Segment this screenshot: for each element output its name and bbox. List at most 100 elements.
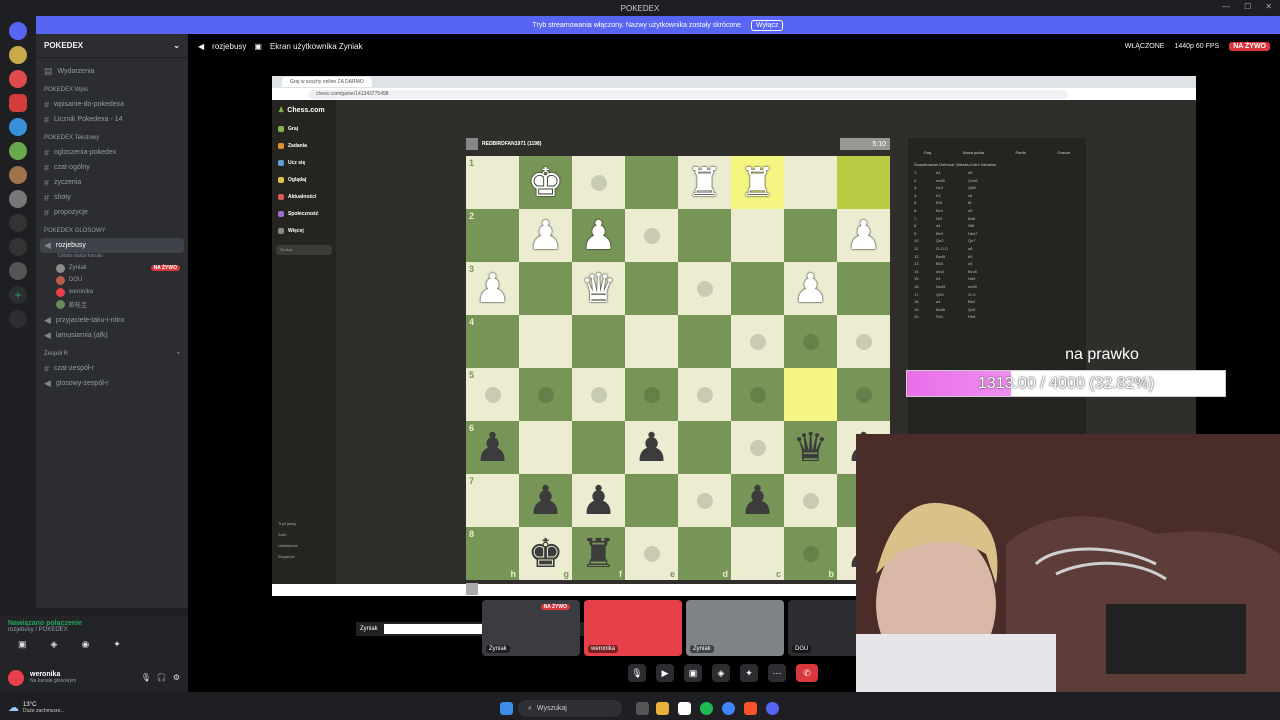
white-pawn-icon[interactable]: ♟ xyxy=(846,216,882,256)
board-square[interactable] xyxy=(731,262,784,315)
board-square[interactable] xyxy=(625,315,678,368)
move-text[interactable]: Nd5 xyxy=(968,276,975,284)
store-icon[interactable] xyxy=(678,702,691,715)
black-pawn-icon[interactable]: ♟ xyxy=(634,428,670,468)
events-item[interactable]: ▤ Wydarzenia xyxy=(36,64,188,79)
board-square[interactable] xyxy=(678,262,731,315)
camera-icon[interactable]: ▶ xyxy=(656,664,674,682)
plus-icon[interactable]: + xyxy=(176,351,180,357)
move-text[interactable]: Bd6 xyxy=(968,216,975,224)
board-square[interactable] xyxy=(837,368,890,421)
server-icon[interactable] xyxy=(9,190,27,208)
move-text[interactable]: Nc3 xyxy=(936,185,968,193)
board-square[interactable]: 1 xyxy=(466,156,519,209)
board-square[interactable]: d xyxy=(678,527,731,580)
move-row[interactable]: 17. Qh5 O-O xyxy=(908,292,1086,300)
voice-user[interactable]: weronika xyxy=(36,286,188,298)
board-square[interactable]: ♟ xyxy=(572,209,625,262)
move-text[interactable]: Qh5 xyxy=(936,292,968,300)
chess-menu-item[interactable]: Graj xyxy=(272,120,336,137)
chess-menu-item[interactable]: Ucz się xyxy=(272,154,336,171)
voice-user[interactable]: Zyniak NA ŻYWO xyxy=(36,262,188,274)
board-square[interactable]: ♟ xyxy=(837,209,890,262)
move-row[interactable]: 16. Nxd5 exd5 xyxy=(908,284,1086,292)
board-square[interactable] xyxy=(572,421,625,474)
board-square[interactable] xyxy=(625,156,678,209)
board-square[interactable] xyxy=(678,368,731,421)
board-square[interactable]: ♜ xyxy=(678,156,731,209)
move-hint[interactable] xyxy=(749,333,766,350)
board-square[interactable]: g ♚ xyxy=(519,527,572,580)
move-text[interactable]: O-O xyxy=(968,292,976,300)
move-text[interactable]: Bb4 xyxy=(968,299,975,307)
connection-location[interactable]: rozjebusy / POKEDEX xyxy=(8,627,180,633)
board-square[interactable]: ♟ xyxy=(572,474,625,527)
move-hint[interactable] xyxy=(749,439,766,456)
participant-tile[interactable]: NA ŻYWO Zyniak xyxy=(482,600,580,656)
channel-item[interactable]: # ogloszenia-pokedex xyxy=(36,145,188,160)
chess-search-input[interactable]: Szukaj xyxy=(276,245,332,255)
move-text[interactable]: Nf3 xyxy=(936,216,968,224)
voice-channel[interactable]: ◀ przyjaciele-taku-i-nitro xyxy=(36,313,188,328)
top-player[interactable]: REDBIRDFAN1971 (1198) xyxy=(466,137,666,151)
chess-logo[interactable]: ♟ Chess.com xyxy=(272,100,336,120)
white-pawn-icon[interactable]: ♟ xyxy=(475,269,511,309)
move-text[interactable]: h3 xyxy=(936,193,968,201)
minimize-icon[interactable]: — xyxy=(1222,2,1230,11)
white-pawn-icon[interactable]: ♟ xyxy=(581,216,617,256)
start-icon[interactable] xyxy=(500,702,513,715)
spotify-icon[interactable] xyxy=(700,702,713,715)
move-text[interactable]: Bb3 xyxy=(936,261,968,269)
home-icon[interactable] xyxy=(9,22,27,40)
board-square[interactable] xyxy=(731,315,784,368)
board-square[interactable] xyxy=(784,156,837,209)
move-hint[interactable] xyxy=(537,386,554,403)
server-header[interactable]: POKEDEX ⌄ xyxy=(36,34,188,58)
headphones-icon[interactable]: 🎧 xyxy=(157,673,167,682)
add-server-icon[interactable]: + xyxy=(9,286,27,304)
black-king-icon[interactable]: ♚ xyxy=(528,534,564,574)
voice-user[interactable]: 飲桂圭 xyxy=(36,298,188,310)
close-icon[interactable]: ✕ xyxy=(1265,2,1272,11)
taskbar-search-input[interactable]: ⌕ Wyszukaj xyxy=(518,700,622,717)
move-hint[interactable] xyxy=(749,386,766,403)
move-row[interactable]: 6. Bc4 e6 xyxy=(908,208,1086,216)
move-text[interactable]: Rd1 xyxy=(936,314,968,322)
move-text[interactable]: Nxd5 xyxy=(936,284,968,292)
move-text[interactable]: a4 xyxy=(936,299,968,307)
move-row[interactable]: 5. Bf3 f6 xyxy=(908,200,1086,208)
channel-item[interactable]: # propozycje xyxy=(36,205,188,220)
board-square[interactable] xyxy=(837,156,890,209)
move-text[interactable]: f6 xyxy=(968,200,971,208)
move-text[interactable]: Bxd5 xyxy=(936,307,968,315)
move-hint[interactable] xyxy=(855,333,872,350)
server-icon[interactable] xyxy=(9,46,27,64)
board-square[interactable]: ♟ xyxy=(731,474,784,527)
black-queen-icon[interactable]: ♛ xyxy=(793,428,829,468)
move-text[interactable]: Bxc5 xyxy=(968,269,977,277)
board-square[interactable]: ♜ xyxy=(731,156,784,209)
gear-icon[interactable]: ⚙ xyxy=(173,673,180,682)
avatar[interactable] xyxy=(8,669,24,686)
move-text[interactable]: Qxd5 xyxy=(968,178,978,186)
board-square[interactable] xyxy=(784,368,837,421)
board-square[interactable]: ♟ xyxy=(519,209,572,262)
move-text[interactable]: Bxd5 xyxy=(936,254,968,262)
chess-menu-item[interactable]: Społeczność xyxy=(272,205,336,222)
category-header[interactable]: POKEDEX Tekstowy xyxy=(36,131,188,145)
voice-channel[interactable]: ◀ lamusiarnia (afk) xyxy=(36,328,188,343)
board-square[interactable]: ♟ xyxy=(519,474,572,527)
channel-item[interactable]: # czat-ogólny xyxy=(36,160,188,175)
move-hint[interactable] xyxy=(484,386,501,403)
move-text[interactable]: Qe7 xyxy=(968,238,976,246)
move-row[interactable]: 1. e4 d5 xyxy=(908,170,1086,178)
move-text[interactable]: e4 xyxy=(936,170,968,178)
board-square[interactable] xyxy=(837,315,890,368)
discord-icon[interactable] xyxy=(766,702,779,715)
board-square[interactable] xyxy=(731,368,784,421)
move-tab[interactable]: Graj xyxy=(924,150,932,155)
participant-tile[interactable]: Zyniak xyxy=(686,600,784,656)
move-row[interactable]: 10. Qe2 Qe7 xyxy=(908,238,1086,246)
chess-board[interactable]: 1♚♜♜2♟♟♟3♟♛♟456♟♟♛♟7♟♟♟8hg♚f♜edcba♟ xyxy=(466,156,890,580)
soundboard-icon[interactable]: ✦ xyxy=(740,664,758,682)
